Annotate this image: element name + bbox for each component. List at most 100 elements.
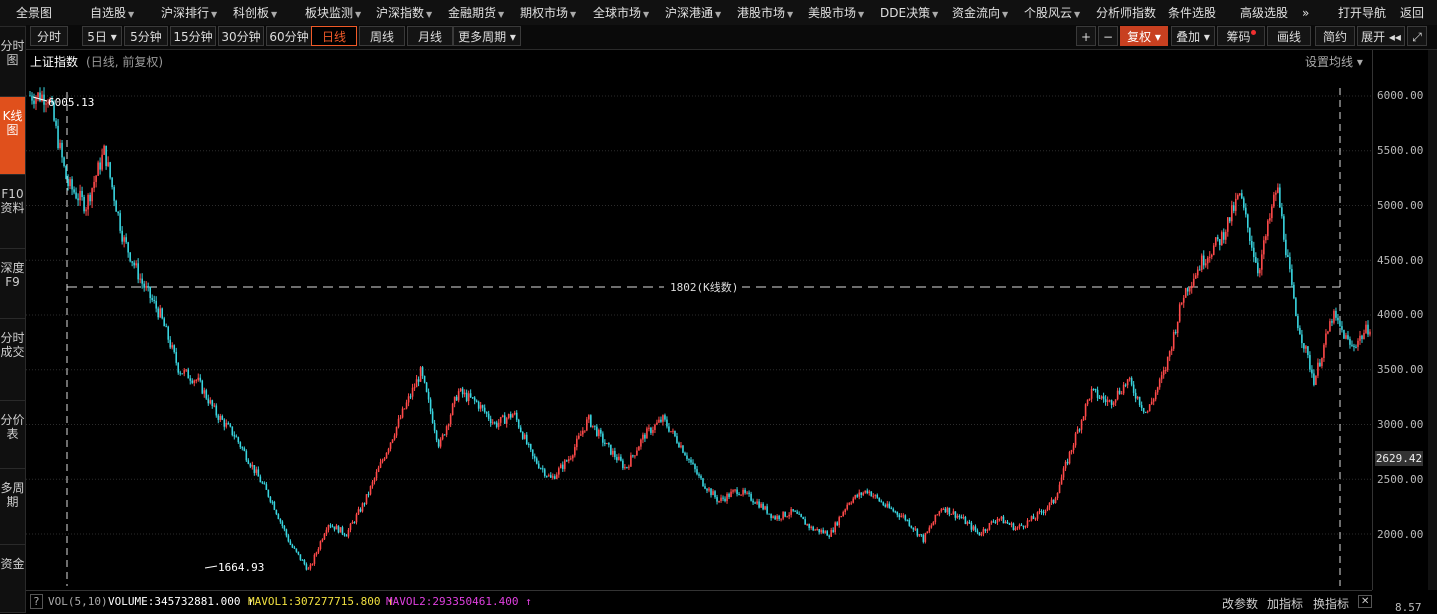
candle-body [79,190,81,201]
candle-body [756,501,758,504]
candle-body [592,425,594,427]
candle-body [1279,187,1281,208]
candle-body [561,464,564,469]
candle-body [371,481,374,487]
candle-body [461,388,464,395]
candle-body [1096,389,1099,398]
candle-body [760,503,762,508]
candle-body [85,209,87,212]
help-icon[interactable]: ? [30,594,43,609]
candle-body [768,513,770,515]
candle-body [1184,288,1187,298]
candle-body [215,405,218,416]
candle-body [800,514,802,517]
candle-body [309,564,312,569]
candle-body [570,458,572,460]
candle-body [808,523,810,528]
candle-body [1168,351,1171,357]
candle-body [117,211,119,214]
candle-body [880,501,883,503]
candle-body [445,426,448,435]
candle-body [706,488,708,491]
candle-body [287,535,290,542]
candle-body [425,382,428,392]
candle-body [479,405,482,409]
candle-body [1200,255,1203,270]
candle-body [1136,396,1139,399]
candle-body [1249,227,1251,241]
candle-body [201,380,204,394]
candle-body [934,514,937,523]
candle-body [654,424,656,431]
candle-body [127,242,129,253]
candle-body [533,456,536,459]
candle-body [826,531,828,536]
close-icon[interactable]: ✕ [1358,595,1373,608]
low-marker [204,565,218,569]
edit-params-button[interactable]: 改参数 [1222,595,1258,612]
mavol2-value: MAVOL2:293350461.400 ↑ [386,595,532,608]
candle-body [1359,335,1361,341]
candle-body [1152,399,1155,402]
candle-body [59,142,61,149]
candle-body [1056,493,1059,499]
y-axis-label: 5500.00 [1377,144,1424,157]
candle-body [1345,335,1347,339]
candle-body [912,527,915,530]
candle-body [882,502,885,506]
candle-body [181,373,184,375]
candle-body [1208,256,1211,258]
candle-body [143,283,145,288]
candle-body [836,522,839,526]
candle-body [1138,396,1141,406]
candle-body [421,367,424,376]
candle-body [297,551,300,555]
candle-body [549,475,552,478]
candle-body [832,529,834,533]
candle-body [329,525,332,527]
candle-body [77,198,79,201]
candle-body [119,213,121,231]
candle-body [718,501,720,503]
candle-body [974,526,977,531]
candle-body [1018,524,1021,528]
candle-body [852,498,855,503]
add-indicator-button[interactable]: 加指标 [1267,595,1303,612]
candle-body [666,419,668,427]
candle-body [1072,445,1075,451]
candle-body [738,494,740,496]
candle-body [988,523,991,530]
candle-body [1050,499,1053,503]
candle-body [614,450,616,458]
swap-indicator-button[interactable]: 换指标 [1313,595,1349,612]
candle-body [469,393,472,398]
candle-body [107,162,109,167]
candle-body [237,437,240,443]
candle-body [1030,516,1033,521]
candle-body [97,162,99,176]
candle-body [1080,420,1083,430]
candle-body [1086,399,1089,405]
candle-body [507,414,510,419]
candle-body [75,192,77,199]
candle-body [1092,388,1095,390]
candle-body [684,452,686,456]
candle-body [83,196,85,212]
candle-body [1257,262,1259,274]
candle-body [858,492,861,497]
candle-body [39,92,41,101]
candle-body [696,469,698,475]
candle-body [726,493,728,502]
candle-body [367,494,370,496]
kline-chart[interactable] [0,0,1437,613]
candle-body [1281,207,1283,217]
candle-body [121,230,123,242]
candle-body [199,377,202,381]
candle-body [652,430,654,433]
candle-body [798,513,800,515]
candle-body [187,369,190,379]
candle-body [930,525,933,528]
candle-body [1102,396,1105,400]
right-scrollbar[interactable] [1428,50,1437,590]
candle-body [155,300,157,309]
